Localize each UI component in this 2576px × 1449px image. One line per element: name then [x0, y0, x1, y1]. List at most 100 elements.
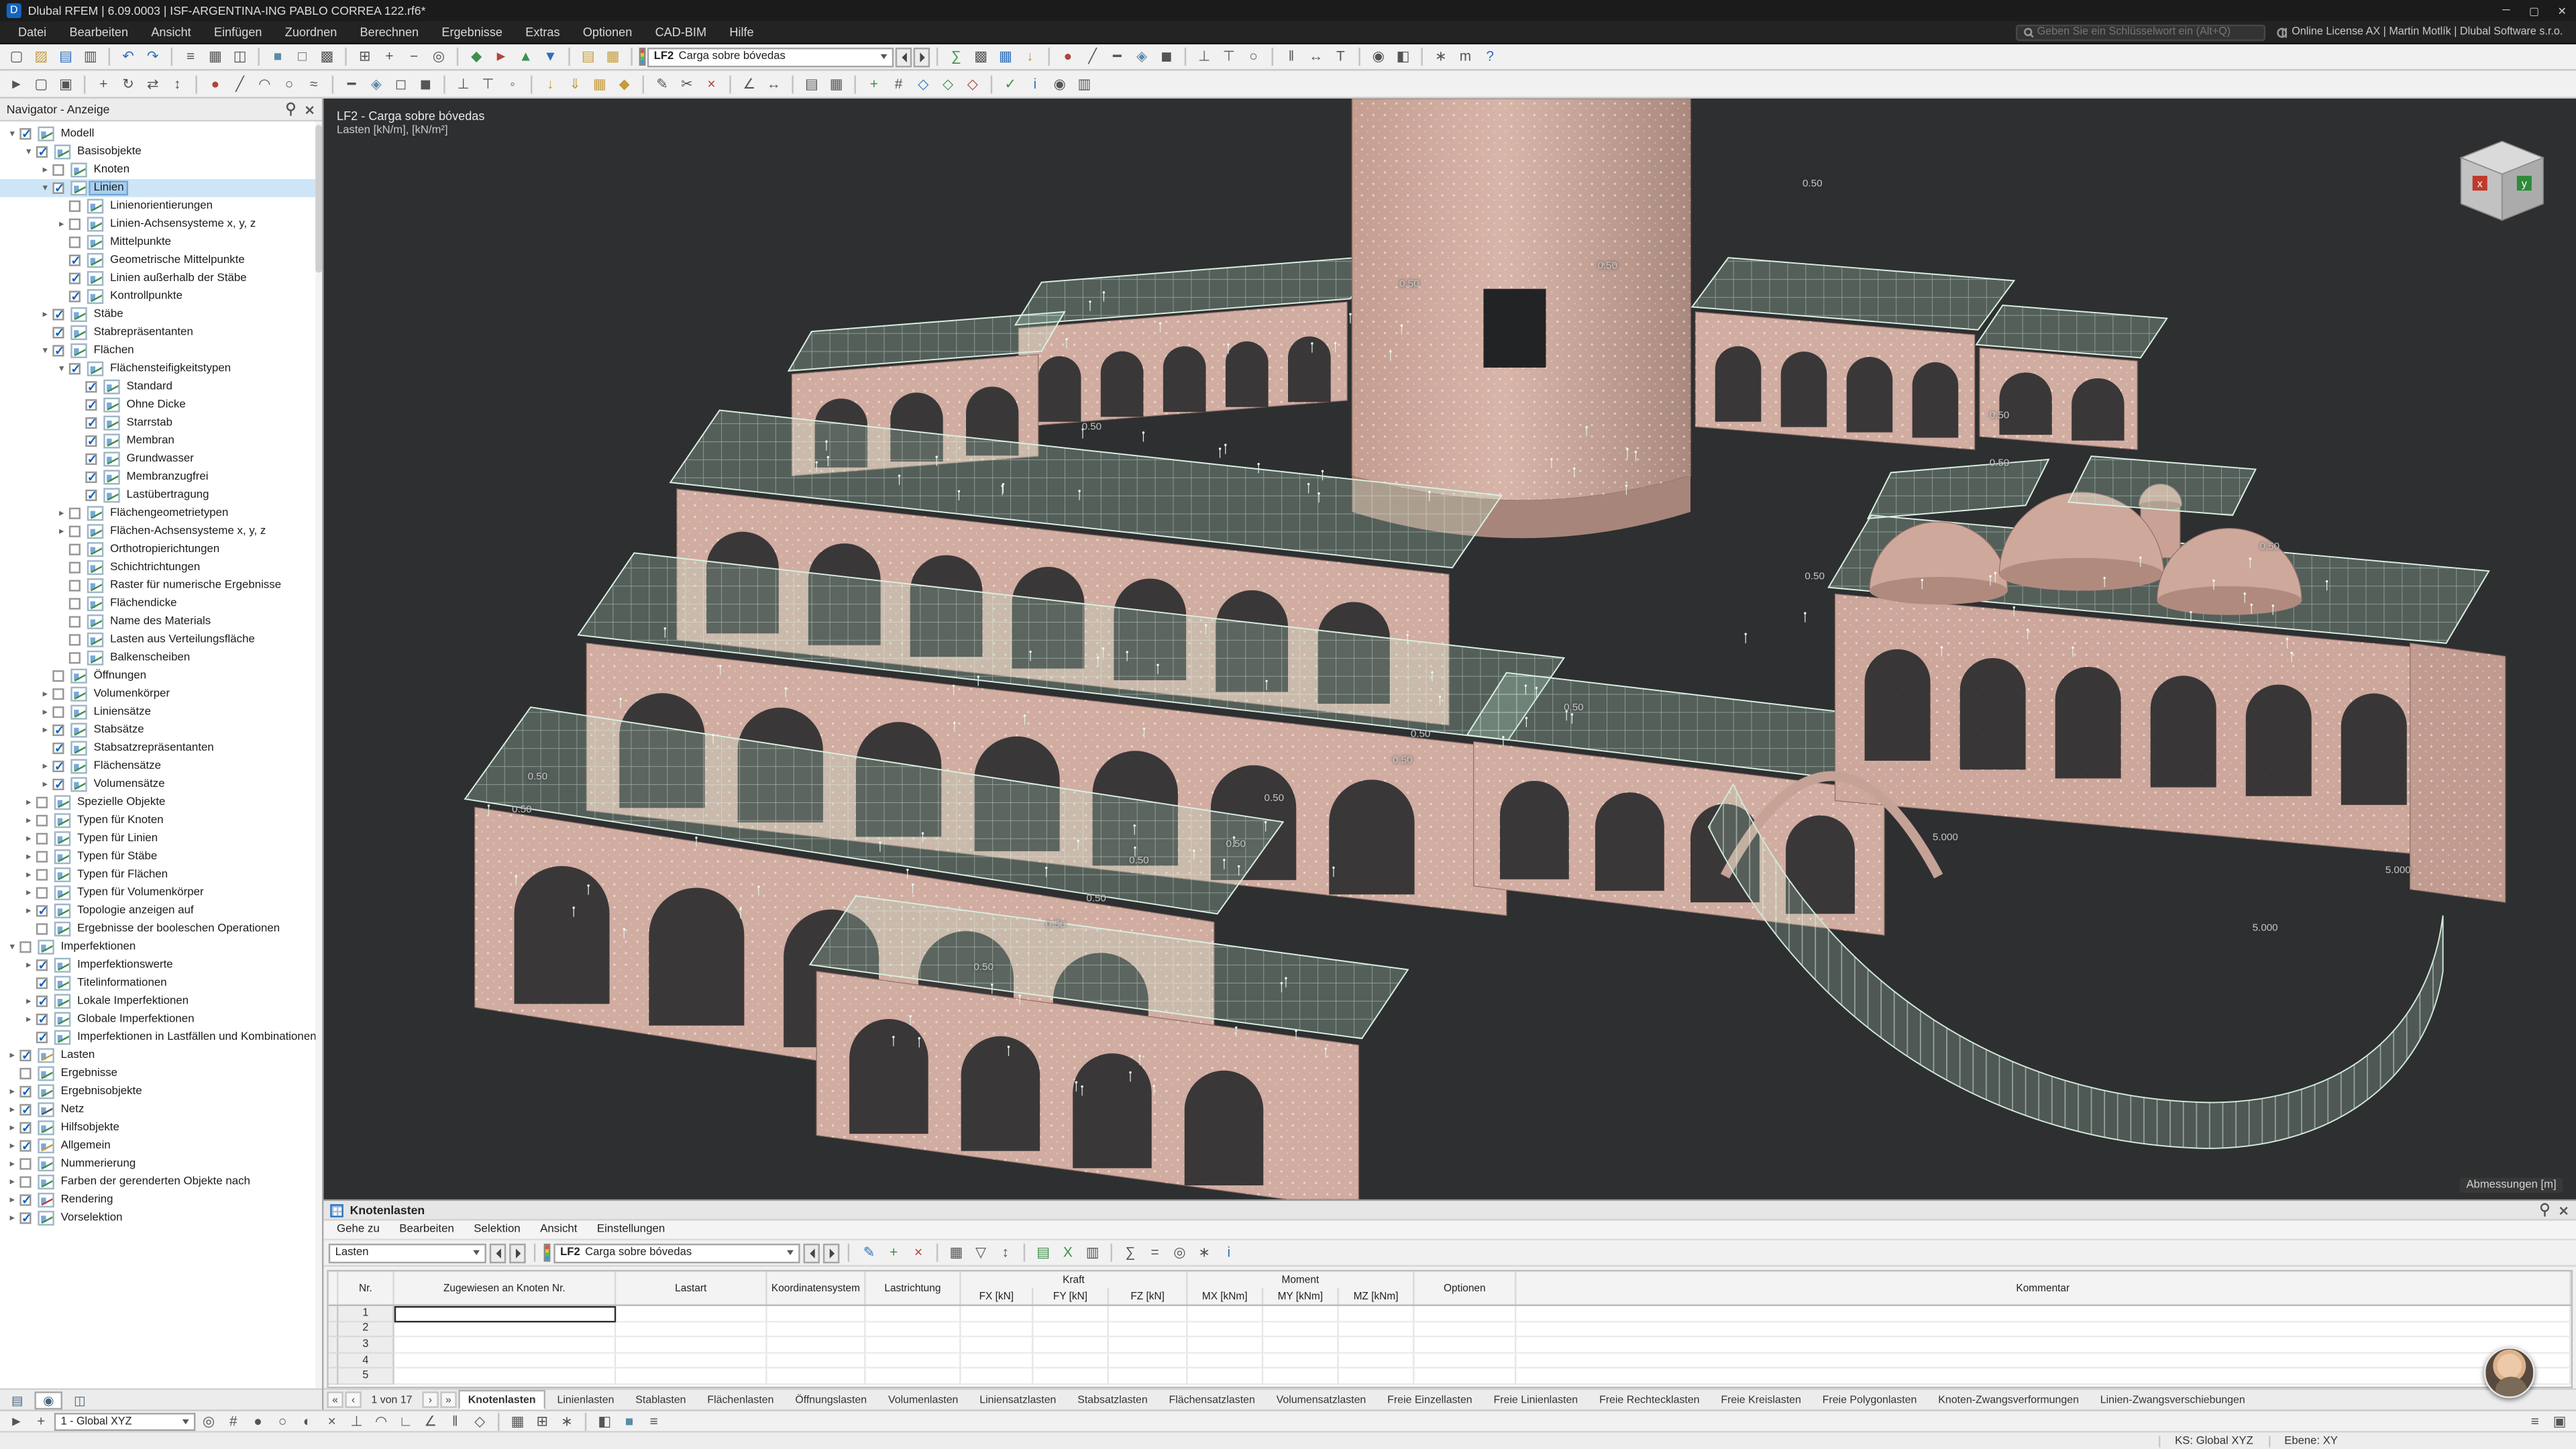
guidelines-button[interactable]: ‖: [1280, 46, 1303, 68]
tree-item-liniens-tze[interactable]: ▸Liniensätze: [0, 703, 322, 721]
measure-button[interactable]: ∠: [738, 73, 761, 95]
menu-cad-bim[interactable]: CAD-BIM: [643, 21, 718, 43]
panels-toggle-button[interactable]: ◫: [228, 46, 251, 68]
visibility-checkbox[interactable]: [69, 652, 80, 663]
dock-menu-einstellungen[interactable]: Einstellungen: [587, 1224, 675, 1235]
search-input[interactable]: [2037, 26, 2257, 38]
tree-item-linien-au-erhalb-der-st-be[interactable]: Linien außerhalb der Stäbe: [0, 270, 322, 288]
row-gutter[interactable]: [329, 1306, 339, 1322]
visibility-checkbox[interactable]: [36, 815, 48, 826]
menu-ergebnisse[interactable]: Ergebnisse: [430, 21, 514, 43]
tree-item-farben-der-gerenderten-objekte-nach[interactable]: ▸Farben der gerenderten Objekte nach: [0, 1173, 322, 1191]
dock-tab-volumensatzlasten[interactable]: Volumensatzlasten: [1267, 1390, 1376, 1409]
edit-object-button[interactable]: ✎: [651, 73, 674, 95]
col-header-koordinatensystem[interactable]: Koordinatensystem: [767, 1272, 866, 1305]
table-cell[interactable]: [767, 1306, 866, 1322]
visibility-checkbox[interactable]: [52, 706, 64, 718]
show-results-button[interactable]: ▦: [994, 46, 1017, 68]
clipping-box-button[interactable]: ◧: [1391, 46, 1414, 68]
model-info-button[interactable]: i: [1024, 73, 1046, 95]
dock-menu-ansicht[interactable]: Ansicht: [530, 1224, 587, 1235]
grid-snap-button[interactable]: #: [222, 1412, 245, 1430]
nodal-support-button[interactable]: ⊥: [1193, 46, 1216, 68]
tree-item-standard[interactable]: Standard: [0, 378, 322, 396]
table-cell[interactable]: [961, 1353, 1034, 1368]
col-header-fx-kn[interactable]: FX [kN]: [961, 1288, 1034, 1304]
group-header-moment[interactable]: Moment: [1188, 1272, 1415, 1288]
table-cell[interactable]: [866, 1353, 961, 1368]
table-cell[interactable]: [1188, 1322, 1264, 1337]
table-cell[interactable]: [1188, 1338, 1264, 1353]
visibility-checkbox[interactable]: [19, 1068, 31, 1079]
expand-icon[interactable]: ▸: [5, 1194, 19, 1205]
tree-item-orthotropierichtungen[interactable]: Orthotropierichtungen: [0, 541, 322, 559]
select-special-button[interactable]: ▣: [54, 73, 77, 95]
expand-icon[interactable]: ▸: [5, 1159, 19, 1170]
table-cell[interactable]: [1033, 1322, 1109, 1337]
tree-item-membranzugfrei[interactable]: Membranzugfrei: [0, 468, 322, 486]
tree-item-rendering[interactable]: ▸Rendering: [0, 1191, 322, 1210]
table-cell[interactable]: [767, 1322, 866, 1337]
rotate-button[interactable]: ↻: [117, 73, 140, 95]
dimensions-button[interactable]: ↔: [1304, 46, 1327, 68]
tree-item-linien[interactable]: ▾Linien: [0, 179, 322, 197]
visibility-checkbox[interactable]: [36, 1032, 48, 1043]
visibility-checkbox[interactable]: [85, 381, 97, 392]
tree-item-ergebnisse-der-booleschen-operationen[interactable]: Ergebnisse der booleschen Operationen: [0, 920, 322, 938]
table-cell[interactable]: [394, 1322, 616, 1337]
visibility-checkbox[interactable]: [36, 996, 48, 1007]
visibility-checkbox[interactable]: [52, 670, 64, 682]
solid-tool-button[interactable]: ◼: [414, 73, 437, 95]
visibility-checkbox[interactable]: [85, 490, 97, 501]
table-input-button[interactable]: ▤: [800, 73, 823, 95]
dock-menu-gehe-zu[interactable]: Gehe zu: [327, 1224, 389, 1235]
expand-icon[interactable]: ▸: [21, 869, 36, 881]
table-cell[interactable]: [1415, 1306, 1517, 1322]
endpoint-snap-button[interactable]: ○: [271, 1412, 294, 1430]
visibility-checkbox[interactable]: [36, 851, 48, 863]
visibility-checkbox[interactable]: [19, 941, 31, 953]
coordinate-system-combo[interactable]: 1 - Global XYZ: [54, 1412, 196, 1430]
dock-tab-linien-zwangsverschiebungen[interactable]: Linien-Zwangsverschiebungen: [2090, 1390, 2255, 1409]
col-header-zugewiesen-an-knoten-nr[interactable]: Zugewiesen an Knoten Nr.: [394, 1272, 616, 1305]
next-load-case-button[interactable]: [914, 47, 930, 66]
table-calculator-button[interactable]: =: [1143, 1242, 1166, 1263]
load-case-combo[interactable]: LF2 Carga sobre bóvedas: [647, 47, 894, 66]
visibility-checkbox[interactable]: [52, 688, 64, 700]
row-gutter-header[interactable]: [329, 1272, 339, 1305]
mirror-button[interactable]: ⇄: [142, 73, 164, 95]
dock-tab-volumenlasten[interactable]: Volumenlasten: [878, 1390, 968, 1409]
row-number[interactable]: 4: [338, 1353, 394, 1368]
zoom-in-button[interactable]: +: [378, 46, 400, 68]
visibility-checkbox[interactable]: [69, 508, 80, 519]
expand-icon[interactable]: ▸: [5, 1212, 19, 1224]
expand-icon[interactable]: ▸: [38, 164, 52, 176]
new-node-button[interactable]: ●: [1057, 46, 1079, 68]
table-cell[interactable]: [1516, 1338, 2571, 1353]
visibility-checkbox[interactable]: [19, 1194, 31, 1205]
table-cell[interactable]: [1339, 1353, 1415, 1368]
table-info-button[interactable]: i: [1218, 1242, 1240, 1263]
col-header-lastart[interactable]: Lastart: [616, 1272, 767, 1305]
tree-item-st-be[interactable]: ▸Stäbe: [0, 306, 322, 324]
table-cell[interactable]: [1339, 1306, 1415, 1322]
visibility-checkbox[interactable]: [85, 435, 97, 447]
table-cell[interactable]: [394, 1353, 616, 1368]
dock-tab-freie-kreislasten[interactable]: Freie Kreislasten: [1711, 1390, 1811, 1409]
open-model-button[interactable]: ▨: [30, 46, 52, 68]
col-header-fz-kn[interactable]: FZ [kN]: [1109, 1288, 1188, 1304]
next-page-button[interactable]: [422, 1391, 438, 1407]
visibility-checkbox[interactable]: [36, 905, 48, 916]
tree-item-fl-chen-achsensysteme-x-y-z[interactable]: ▸Flächen-Achsensysteme x, y, z: [0, 523, 322, 541]
table-cell[interactable]: [1109, 1306, 1188, 1322]
render-solid-button[interactable]: ■: [266, 46, 289, 68]
dimension-tool-button[interactable]: ↔: [762, 73, 785, 95]
visibility-checkbox[interactable]: [36, 1014, 48, 1025]
tree-item-imperfektionen-in-lastf-llen-und-kombinationen-a[interactable]: Imperfektionen in Lastfällen und Kombina…: [0, 1028, 322, 1046]
visibility-checkbox[interactable]: [52, 761, 64, 772]
zoom-window-button[interactable]: ⊞: [354, 46, 376, 68]
expand-icon[interactable]: ▸: [38, 779, 52, 790]
dock-tab-liniensatzlasten[interactable]: Liniensatzlasten: [970, 1390, 1067, 1409]
dock-tab-stablasten[interactable]: Stablasten: [626, 1390, 696, 1409]
expand-icon[interactable]: ▸: [5, 1140, 19, 1152]
